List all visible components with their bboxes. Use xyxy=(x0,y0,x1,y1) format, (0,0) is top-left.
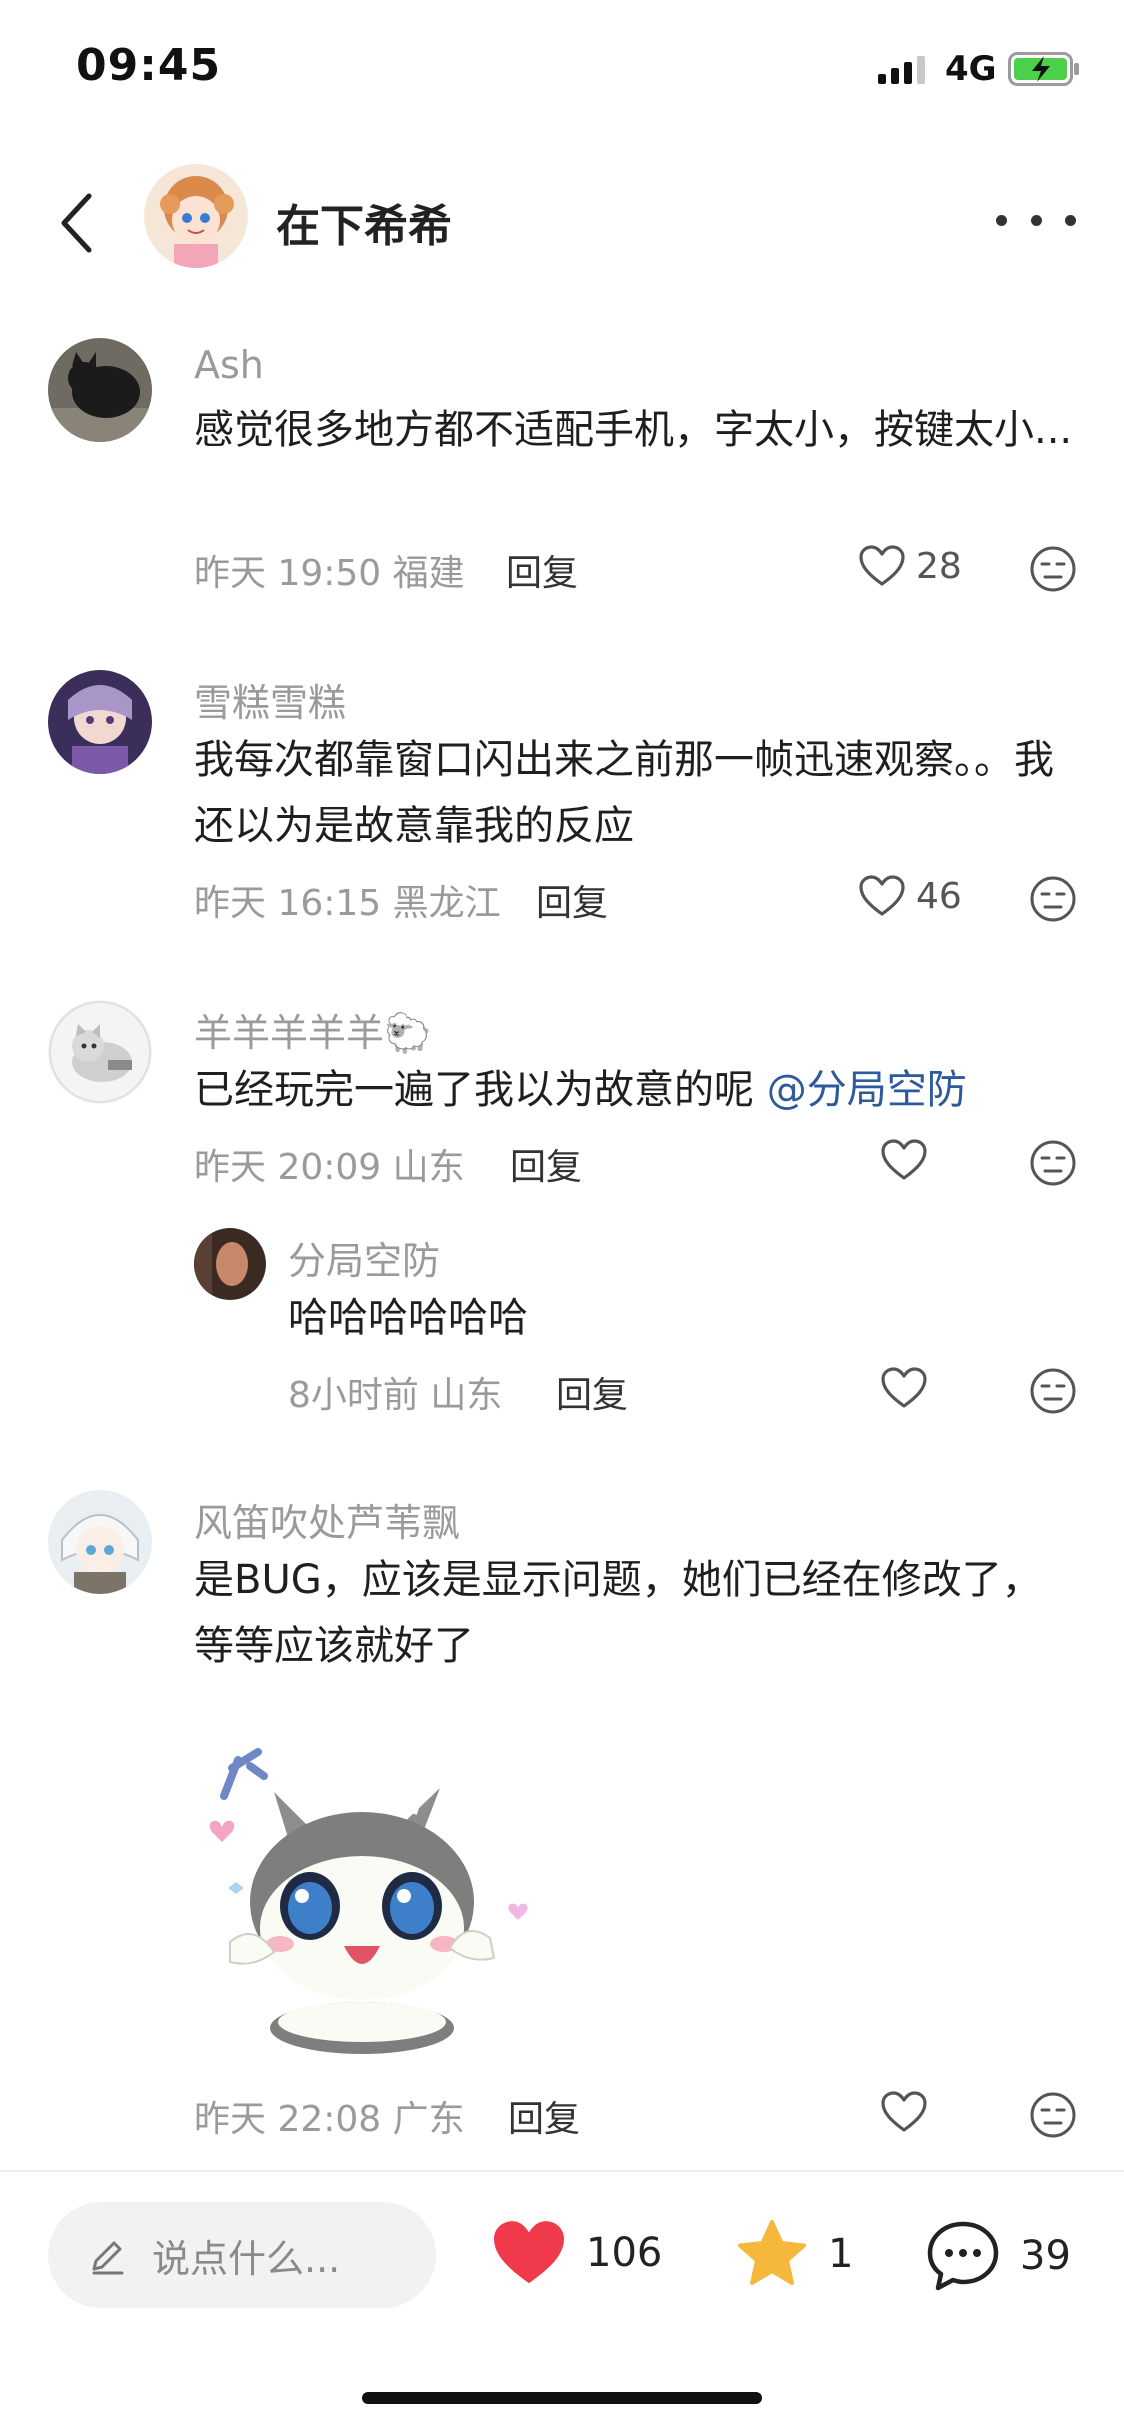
like-count: 28 xyxy=(916,545,962,587)
heart-outline-icon xyxy=(881,2091,927,2132)
comment-input[interactable]: 说点什么... xyxy=(48,2202,436,2308)
comment-text: 感觉很多地方都不适配手机，字太小，按键太小... xyxy=(194,407,1073,453)
signal-icon xyxy=(878,56,925,84)
more-dot-icon xyxy=(1030,214,1042,226)
home-indicator[interactable] xyxy=(362,2392,762,2404)
comment-text: 是BUG，应该是显示问题，她们已经在修改了，等等应该就好了 xyxy=(194,1557,1042,1669)
comment-text: 哈哈哈哈哈哈 xyxy=(288,1295,528,1341)
dislike-face-icon[interactable] xyxy=(1028,1366,1078,1416)
post-favorite-count: 1 xyxy=(828,2231,854,2277)
dislike-face-icon[interactable] xyxy=(1028,874,1078,924)
post-comment-button[interactable]: 39 xyxy=(924,2218,1071,2294)
post-like-count: 106 xyxy=(586,2230,663,2276)
commenter-name[interactable]: 羊羊羊羊羊🐑 xyxy=(194,1002,431,1057)
dislike-face-icon[interactable] xyxy=(1028,1138,1078,1188)
author-name[interactable]: 在下希希 xyxy=(276,190,452,254)
mention-link[interactable]: @分局空防 xyxy=(767,1067,967,1113)
heart-outline-icon xyxy=(859,545,905,586)
comment-text: 我每次都靠窗口闪出来之前那一帧迅速观察。。我还以为是故意靠我的反应 xyxy=(194,737,1054,849)
heart-outline-icon xyxy=(881,1367,927,1408)
more-options-button[interactable] xyxy=(996,200,1076,240)
comment-location: 黑龙江 xyxy=(392,883,501,924)
star-filled-icon xyxy=(738,2220,806,2285)
comment-time: 8小时前 xyxy=(288,1375,419,1416)
reply-button[interactable]: 回复 xyxy=(556,1366,628,1418)
status-time: 09:45 xyxy=(76,40,222,91)
top-nav-bar: 在下希希 xyxy=(0,150,1124,290)
commenter-avatar[interactable] xyxy=(48,670,152,774)
comment-meta: 昨天 20:09 山东 xyxy=(194,1138,465,1190)
commenter-avatar[interactable] xyxy=(194,1228,266,1300)
comment-like-button[interactable] xyxy=(880,1138,928,1182)
comment-location: 福建 xyxy=(392,553,465,594)
author-avatar[interactable] xyxy=(144,164,248,268)
status-bar: 09:45 4G xyxy=(0,0,1124,135)
comment-location: 山东 xyxy=(430,1375,503,1416)
heart-outline-icon xyxy=(859,875,905,916)
heart-filled-icon xyxy=(494,2221,564,2284)
chat-bubble-icon xyxy=(927,2221,999,2291)
comment-text: 已经玩完一遍了我以为故意的呢 @分局空防 xyxy=(194,1067,967,1113)
more-dot-icon xyxy=(1065,214,1076,226)
comment-like-button[interactable]: 46 xyxy=(858,874,962,918)
commenter-name[interactable]: Ash xyxy=(194,343,264,387)
commenter-avatar[interactable] xyxy=(48,338,152,442)
commenter-name[interactable]: 雪糕雪糕 xyxy=(194,672,346,727)
reply-button[interactable]: 回复 xyxy=(506,544,578,596)
reply-button[interactable]: 回复 xyxy=(510,1138,582,1190)
comment-meta: 昨天 19:50 福建 xyxy=(194,544,465,596)
comment-location: 山东 xyxy=(392,1147,465,1188)
commenter-name[interactable]: 分局空防 xyxy=(288,1230,440,1285)
comment-time: 昨天 16:15 xyxy=(194,883,382,924)
back-button[interactable] xyxy=(46,185,106,261)
sheep-emoji-icon: 🐑 xyxy=(384,1011,432,1055)
reply-button[interactable]: 回复 xyxy=(508,2090,580,2142)
chevron-left-icon xyxy=(61,193,92,253)
commenter-name[interactable]: 风笛吹处芦苇飘 xyxy=(194,1492,460,1547)
pencil-icon xyxy=(92,2241,124,2275)
comment-meta: 8小时前 山东 xyxy=(288,1366,502,1418)
dislike-face-icon[interactable] xyxy=(1028,544,1078,594)
more-dot-icon xyxy=(996,214,1007,226)
comment-time: 昨天 22:08 xyxy=(194,2099,382,2140)
reply-button[interactable]: 回复 xyxy=(536,874,608,926)
comment-time: 昨天 19:50 xyxy=(194,553,382,594)
cat-sticker-image[interactable] xyxy=(194,1732,554,2062)
like-count: 46 xyxy=(916,875,962,917)
comment-time: 昨天 20:09 xyxy=(194,1147,382,1188)
battery-charging-icon xyxy=(1008,52,1079,86)
comment-meta: 昨天 22:08 广东 xyxy=(194,2090,465,2142)
comment-input-placeholder: 说点什么... xyxy=(152,2236,341,2281)
comment-like-button[interactable] xyxy=(880,2090,928,2134)
comment-meta: 昨天 16:15 黑龙江 xyxy=(194,874,501,926)
post-favorite-button[interactable]: 1 xyxy=(734,2218,853,2290)
post-comment-count: 39 xyxy=(1020,2233,1071,2279)
post-like-button[interactable]: 106 xyxy=(490,2218,662,2288)
heart-outline-icon xyxy=(881,1139,927,1180)
dislike-face-icon[interactable] xyxy=(1028,2090,1078,2140)
commenter-avatar[interactable] xyxy=(48,1000,152,1104)
comment-location: 广东 xyxy=(392,2099,465,2140)
comment-like-button[interactable] xyxy=(880,1366,928,1410)
bottom-divider xyxy=(0,2170,1124,2172)
network-type: 4G xyxy=(945,49,997,89)
commenter-avatar[interactable] xyxy=(48,1490,152,1594)
comment-like-button[interactable]: 28 xyxy=(858,544,962,588)
